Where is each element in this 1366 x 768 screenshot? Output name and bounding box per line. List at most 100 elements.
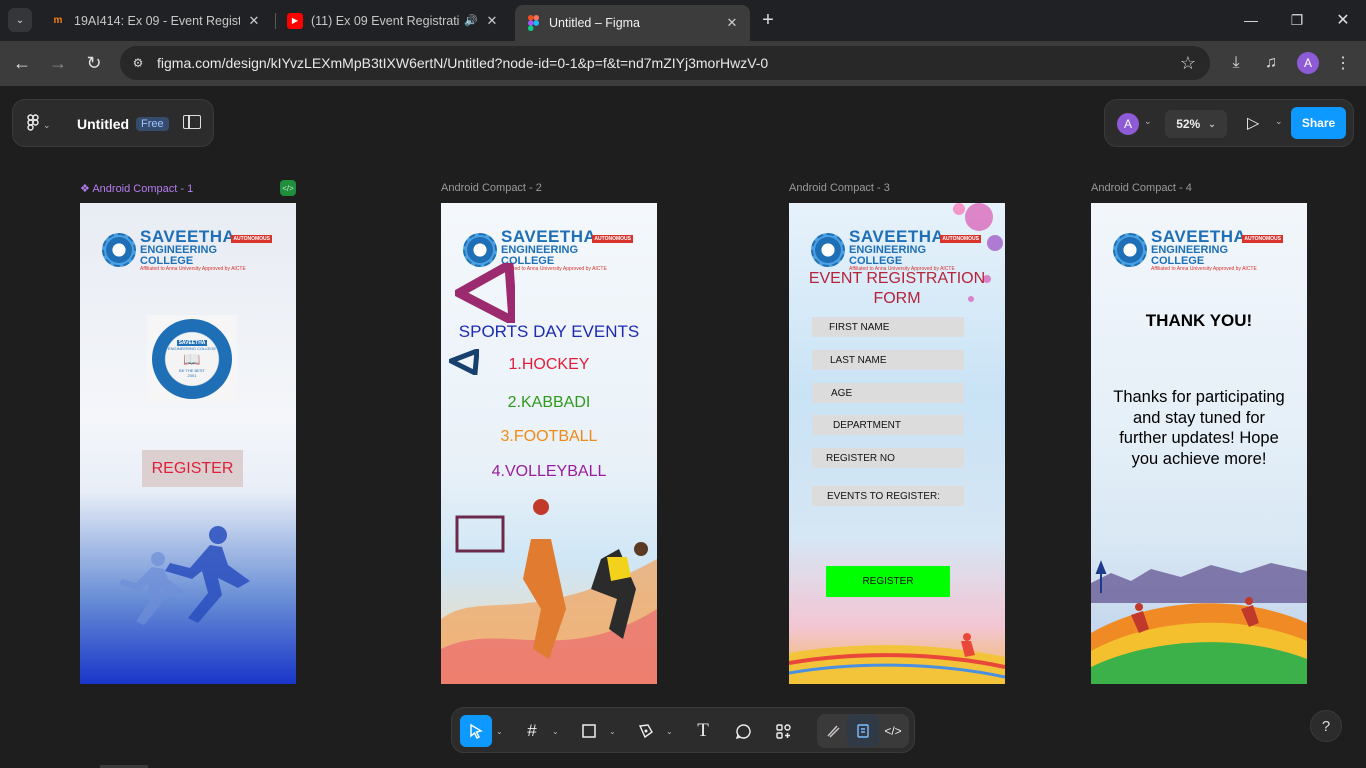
dev-mode-icon[interactable]: </> <box>877 715 909 747</box>
speaker-icon[interactable]: 🔊 <box>464 14 478 27</box>
close-tab-icon[interactable]: ✕ <box>246 13 262 29</box>
event-item-volleyball: 4.VOLLEYBALL <box>491 463 607 480</box>
figma-logo-icon <box>27 114 39 136</box>
frame-label-2[interactable]: Android Compact - 2 <box>441 182 542 194</box>
file-header-panel: ⌄ Untitled Free <box>12 99 214 147</box>
browser-tab-strip: ⌄ m 19AI414: Ex 09 - Event Registrat ✕ ▶… <box>0 0 1366 41</box>
user-avatar[interactable]: A <box>1117 113 1139 135</box>
zoom-value: 52% <box>1176 117 1201 131</box>
minimize-icon[interactable]: — <box>1238 8 1264 32</box>
figma-canvas[interactable]: ⌄ Untitled Free A ⌄ 52% ⌄ ▷ ⌄ Share ❖ An… <box>0 86 1366 768</box>
chevron-down-icon[interactable]: ⌄ <box>552 727 559 736</box>
dev-ready-icon[interactable]: </> <box>280 180 296 196</box>
frame-android-compact-4[interactable]: SAVEETHA ENGINEERING COLLEGE Affiliated … <box>1091 203 1307 684</box>
share-button[interactable]: Share <box>1291 107 1346 139</box>
event-item-hockey: 1.HOCKEY <box>508 356 590 373</box>
actions-tool-icon[interactable] <box>767 715 799 747</box>
autonomous-tag: AUTONOMOUS <box>1242 235 1283 243</box>
download-icon[interactable]: ⤓ <box>1223 50 1249 76</box>
figma-icon <box>525 15 541 31</box>
form-title-line-1: EVENT REGISTRATION <box>808 270 986 287</box>
chevron-down-icon[interactable]: ⌄ <box>1275 116 1283 127</box>
address-bar[interactable]: ⚙ figma.com/design/kIYvzLEXmMpB3tIXW6ert… <box>120 46 1210 80</box>
thank-you-message: Thanks for participating and stay tuned … <box>1113 388 1285 468</box>
emblem-year: 2001 <box>187 372 197 378</box>
browser-toolbar: ← → ↻ ⚙ figma.com/design/kIYvzLEXmMpB3tI… <box>0 41 1366 86</box>
college-seal-icon <box>1113 233 1147 267</box>
browser-tab-figma[interactable]: Untitled – Figma ✕ <box>515 5 750 41</box>
comment-tool-icon[interactable] <box>727 715 759 747</box>
event-item-football: 3.FOOTBALL <box>500 428 598 445</box>
events-title: SPORTS DAY EVENTS <box>458 322 640 341</box>
help-button[interactable]: ? <box>1310 710 1342 742</box>
college-seal-icon <box>463 233 497 267</box>
mode-switcher: </> <box>817 714 909 748</box>
events-to-register-field[interactable]: EVENTS TO REGISTER: <box>812 486 964 506</box>
college-seal-icon <box>811 233 845 267</box>
frame-android-compact-3[interactable]: SAVEETHA ENGINEERING COLLEGE Affiliated … <box>789 203 1005 684</box>
bookmark-star-icon[interactable]: ☆ <box>1180 53 1196 74</box>
first-name-field[interactable]: FIRST NAME <box>812 317 964 337</box>
emblem-gear-icon: SAVEETHA ENGINEERING COLLEGE 📖 BE THE BE… <box>152 319 232 399</box>
chevron-down-icon[interactable]: ⌄ <box>609 727 616 736</box>
browser-tab-youtube[interactable]: ▶ (11) Ex 09 Event Registration 🔊 ✕ <box>277 6 510 35</box>
close-tab-icon[interactable]: ✕ <box>724 15 740 31</box>
close-window-icon[interactable]: ✕ <box>1330 8 1356 32</box>
tab-search-button[interactable]: ⌄ <box>8 8 32 32</box>
forward-icon[interactable]: → <box>44 49 72 77</box>
running-track-illustration <box>789 633 1005 684</box>
frame-label-4[interactable]: Android Compact - 4 <box>1091 182 1192 194</box>
file-title[interactable]: Untitled <box>77 116 129 132</box>
form-title-line-2: FORM <box>873 290 921 307</box>
plan-badge[interactable]: Free <box>136 117 169 131</box>
register-submit-button[interactable]: REGISTER <box>826 566 950 597</box>
frame-label-3[interactable]: Android Compact - 3 <box>789 182 890 194</box>
logo-line-2: ENGINEERING COLLEGE <box>849 244 927 267</box>
college-logo: SAVEETHA ENGINEERING COLLEGE Affiliated … <box>1113 228 1283 272</box>
restore-icon[interactable]: ❐ <box>1284 8 1310 32</box>
logo-line-2: ENGINEERING COLLEGE <box>140 244 218 267</box>
browser-tab-moodle[interactable]: m 19AI414: Ex 09 - Event Registrat ✕ <box>40 6 272 35</box>
site-settings-icon[interactable]: ⚙ <box>130 55 146 71</box>
browser-profile-avatar[interactable]: A <box>1297 52 1319 74</box>
frame-tool-icon[interactable]: # <box>516 715 548 747</box>
emblem-book-icon: 📖 <box>183 351 201 368</box>
register-no-field[interactable]: REGISTER NO <box>812 448 964 468</box>
logo-line-2: ENGINEERING COLLEGE <box>501 244 579 267</box>
age-field[interactable]: AGE <box>812 383 964 403</box>
media-control-icon[interactable]: ♫ <box>1258 50 1284 76</box>
close-tab-icon[interactable]: ✕ <box>484 13 500 29</box>
zoom-dropdown[interactable]: 52% ⌄ <box>1165 110 1227 138</box>
department-field[interactable]: DEPARTMENT <box>812 415 964 435</box>
toggle-sidebar-icon[interactable] <box>183 115 201 129</box>
pen-tool-icon[interactable] <box>630 715 662 747</box>
present-play-icon[interactable]: ▷ <box>1247 113 1259 133</box>
register-button[interactable]: REGISTER <box>142 450 243 487</box>
draw-mode-icon[interactable] <box>817 715 849 747</box>
tab-title: Untitled – Figma <box>549 16 641 30</box>
chevron-down-icon[interactable]: ⌄ <box>666 727 673 736</box>
reload-icon[interactable]: ↻ <box>80 49 108 77</box>
component-icon: ❖ <box>80 183 90 195</box>
move-tool-icon[interactable] <box>460 715 492 747</box>
last-name-field[interactable]: LAST NAME <box>812 350 964 370</box>
runners-illustration <box>119 526 250 625</box>
collab-panel: A ⌄ 52% ⌄ ▷ ⌄ Share <box>1104 99 1354 147</box>
new-tab-button[interactable]: + <box>757 9 779 31</box>
frame-android-compact-1[interactable]: SAVEETHA ENGINEERING COLLEGE Affiliated … <box>80 203 296 684</box>
text-tool-icon[interactable]: T <box>687 715 719 747</box>
chevron-down-icon[interactable]: ⌄ <box>1144 116 1152 127</box>
rectangle-tool-icon[interactable] <box>573 715 605 747</box>
chevron-down-icon: ⌄ <box>1208 118 1216 129</box>
main-menu-button[interactable]: ⌄ <box>27 114 51 136</box>
youtube-icon: ▶ <box>287 12 303 29</box>
autonomous-tag: AUTONOMOUS <box>592 235 633 243</box>
frame-android-compact-2[interactable]: SAVEETHA ENGINEERING COLLEGE Affiliated … <box>441 203 657 684</box>
frame-label-1[interactable]: ❖ Android Compact - 1 <box>80 182 193 195</box>
chevron-down-icon[interactable]: ⌄ <box>496 727 503 736</box>
browser-menu-icon[interactable]: ⋮ <box>1330 50 1356 76</box>
back-icon[interactable]: ← <box>8 49 36 77</box>
college-logo: SAVEETHA ENGINEERING COLLEGE Affiliated … <box>811 228 981 272</box>
url-text[interactable]: figma.com/design/kIYvzLEXmMpB3tIXW6ertN/… <box>157 55 768 71</box>
design-mode-icon[interactable] <box>847 715 879 747</box>
